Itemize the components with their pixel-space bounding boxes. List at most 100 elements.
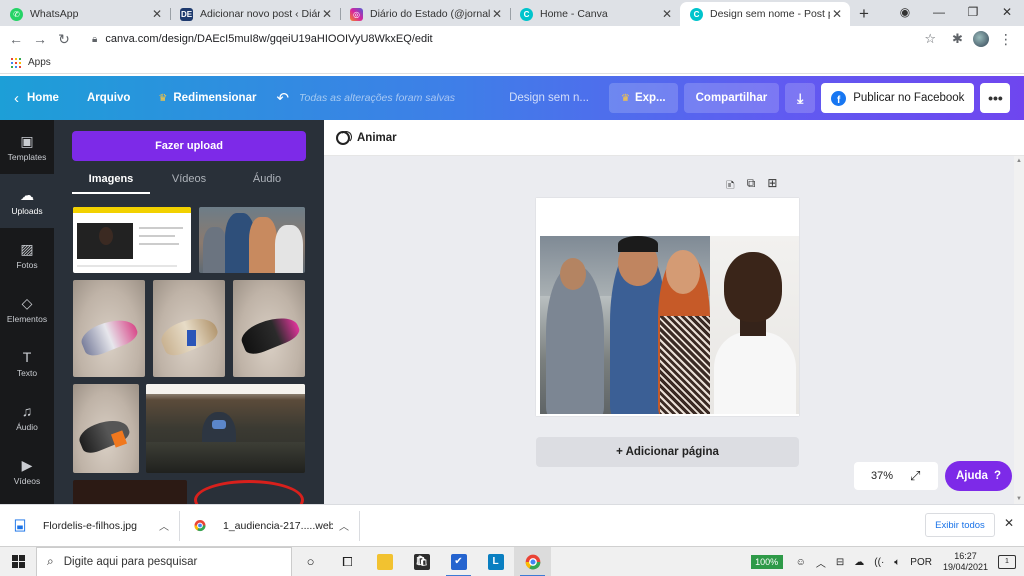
rail-item-templates[interactable]: ▣ Templates: [0, 120, 54, 174]
extensions-puzzle-icon[interactable]: ✱: [952, 31, 963, 47]
show-all-downloads-button[interactable]: Exibir todos: [925, 513, 995, 537]
rail-item-photos[interactable]: ▨ Fotos: [0, 228, 54, 282]
add-page-button[interactable]: + Adicionar página: [536, 437, 799, 467]
people-icon[interactable]: ☺: [796, 557, 806, 568]
uploaded-image-thumbnail[interactable]: [73, 207, 191, 273]
page-notes-icon[interactable]: 🗈︎: [726, 176, 735, 197]
design-name-field[interactable]: Design sem n...: [499, 83, 599, 113]
rail-item-uploads[interactable]: ☁ Uploads: [0, 174, 54, 228]
uploaded-image-thumbnail[interactable]: [146, 384, 305, 473]
tab-canva-home[interactable]: C Home - Canva ✕: [510, 2, 680, 26]
close-tab-icon[interactable]: ✕: [660, 7, 674, 21]
tab-canva-design[interactable]: C Design sem nome - Post para Fac ✕: [680, 2, 850, 26]
close-tab-icon[interactable]: ✕: [320, 7, 334, 21]
animate-button[interactable]: Animar: [336, 130, 397, 145]
tab-videos[interactable]: Vídeos: [150, 170, 228, 194]
tab-images[interactable]: Imagens: [72, 170, 150, 194]
download-item[interactable]: 1_audiencia-217.....webp ︿: [180, 510, 360, 541]
apps-grid-icon[interactable]: [11, 57, 21, 68]
profile-avatar[interactable]: [972, 31, 989, 47]
task-view-icon[interactable]: ⧠: [329, 547, 366, 576]
instagram-favicon-icon: ◎: [350, 7, 363, 21]
windows-start-icon[interactable]: [0, 547, 36, 576]
scroll-down-icon[interactable]: ▼: [1016, 496, 1022, 502]
file-explorer-icon[interactable]: [366, 547, 403, 576]
tab-whatsapp[interactable]: ✆ WhatsApp ✕: [0, 2, 170, 26]
zoom-value[interactable]: 37%: [854, 470, 910, 482]
more-options-button[interactable]: •••: [980, 83, 1011, 113]
rail-item-audio[interactable]: ♫ Áudio: [0, 390, 54, 444]
search-placeholder: Digite aqui para pesquisar: [63, 555, 198, 568]
close-tab-icon[interactable]: ✕: [150, 7, 164, 21]
undo-button[interactable]: ↶: [266, 83, 299, 113]
group-photo-element[interactable]: [540, 236, 710, 414]
scroll-up-icon[interactable]: ▲: [1016, 158, 1022, 164]
apps-bookmark[interactable]: Apps: [28, 57, 51, 68]
close-shelf-icon[interactable]: ✕: [1004, 516, 1014, 530]
fullscreen-icon[interactable]: ⤢: [910, 468, 920, 484]
lock-icon[interactable]: 🔒︎: [92, 34, 97, 45]
rail-item-elements[interactable]: ◇ Elementos: [0, 282, 54, 336]
browser-menu-icon[interactable]: ⋮: [999, 31, 1013, 48]
tab-title: Home - Canva: [540, 8, 608, 20]
uploaded-image-thumbnail[interactable]: [153, 280, 225, 377]
design-page[interactable]: [536, 198, 799, 416]
linkedin-learning-icon[interactable]: L: [477, 547, 514, 576]
download-button[interactable]: ⤓: [785, 83, 816, 113]
editor-scrollbar[interactable]: ▲ ▼: [1014, 156, 1024, 504]
rail-item-videos[interactable]: ▶ Vídeos: [0, 444, 54, 498]
tab-search-icon[interactable]: ◉: [888, 5, 922, 19]
uploaded-image-thumbnail[interactable]: [233, 280, 305, 377]
language-indicator[interactable]: POR: [910, 557, 932, 568]
network-icon[interactable]: ⊟: [836, 557, 844, 568]
uploaded-image-thumbnail[interactable]: [73, 480, 187, 504]
wifi-icon[interactable]: ((·: [874, 557, 884, 568]
add-page-icon[interactable]: ⊞: [767, 176, 777, 197]
rail-item-text[interactable]: T Texto: [0, 336, 54, 390]
back-arrow-icon[interactable]: ←: [4, 31, 28, 47]
publish-facebook-button[interactable]: f Publicar no Facebook: [821, 83, 975, 113]
todo-app-icon[interactable]: ✔: [440, 547, 477, 576]
bookmark-star-icon[interactable]: ☆: [924, 31, 936, 47]
cortana-icon[interactable]: ○: [292, 547, 329, 576]
upload-button[interactable]: Fazer upload: [72, 131, 306, 161]
close-tab-icon[interactable]: ✕: [490, 7, 504, 21]
volume-icon[interactable]: 🔈︎: [894, 557, 900, 568]
url-text[interactable]: canva.com/design/DAEcI5muI8w/gqeiU19aHIO…: [105, 33, 924, 45]
clock[interactable]: 16:27 19/04/2021: [943, 551, 988, 573]
battery-indicator[interactable]: 100%: [750, 555, 783, 569]
reload-icon[interactable]: ↻: [52, 31, 76, 48]
onedrive-icon[interactable]: ☁: [854, 557, 864, 568]
tab-audio[interactable]: Áudio: [228, 170, 306, 194]
chrome-taskbar-icon[interactable]: [514, 546, 551, 576]
close-tab-icon[interactable]: ✕: [830, 7, 844, 21]
help-button[interactable]: Ajuda ?: [945, 461, 1012, 491]
duplicate-page-icon[interactable]: ⧉: [747, 176, 756, 197]
url-omnibox[interactable]: 🔒︎ canva.com/design/DAEcI5muI8w/gqeiU19a…: [84, 28, 944, 50]
minimize-button[interactable]: —: [922, 5, 956, 19]
tab-diario-post[interactable]: DE Adicionar novo post ‹ Diário do E ✕: [170, 2, 340, 26]
zoom-control[interactable]: 37% ⤢: [854, 462, 938, 490]
uploaded-image-thumbnail[interactable]: [73, 280, 145, 377]
restore-button[interactable]: ❐: [956, 5, 990, 19]
home-button[interactable]: ‹ Home: [0, 83, 69, 113]
uploaded-image-thumbnail[interactable]: [73, 384, 139, 473]
taskbar-search-input[interactable]: ⌕ Digite aqui para pesquisar: [36, 546, 292, 576]
share-button[interactable]: Compartilhar: [683, 83, 780, 113]
design-name-label: Design sem n...: [509, 92, 589, 104]
export-button[interactable]: ♛ Exp...: [608, 83, 678, 113]
notification-icon[interactable]: 1: [998, 555, 1016, 569]
file-menu-button[interactable]: Arquivo: [77, 83, 140, 113]
uploaded-image-thumbnail[interactable]: [199, 207, 305, 273]
store-icon[interactable]: 🛍︎: [403, 547, 440, 576]
boy-photo-element[interactable]: [710, 236, 799, 414]
chevron-up-icon[interactable]: ︿: [159, 518, 169, 533]
resize-button[interactable]: ♛ Redimensionar: [148, 83, 266, 113]
chevron-up-icon[interactable]: ︿: [339, 518, 349, 533]
tab-instagram[interactable]: ◎ Diário do Estado (@jornal_diario ✕: [340, 2, 510, 26]
download-item[interactable]: Flordelis-e-filhos.jpg ︿: [0, 510, 180, 541]
close-window-button[interactable]: ✕: [990, 5, 1024, 19]
new-tab-button[interactable]: +: [850, 2, 878, 26]
forward-arrow-icon[interactable]: →: [28, 31, 52, 47]
chevron-up-icon[interactable]: ︿: [816, 555, 826, 570]
